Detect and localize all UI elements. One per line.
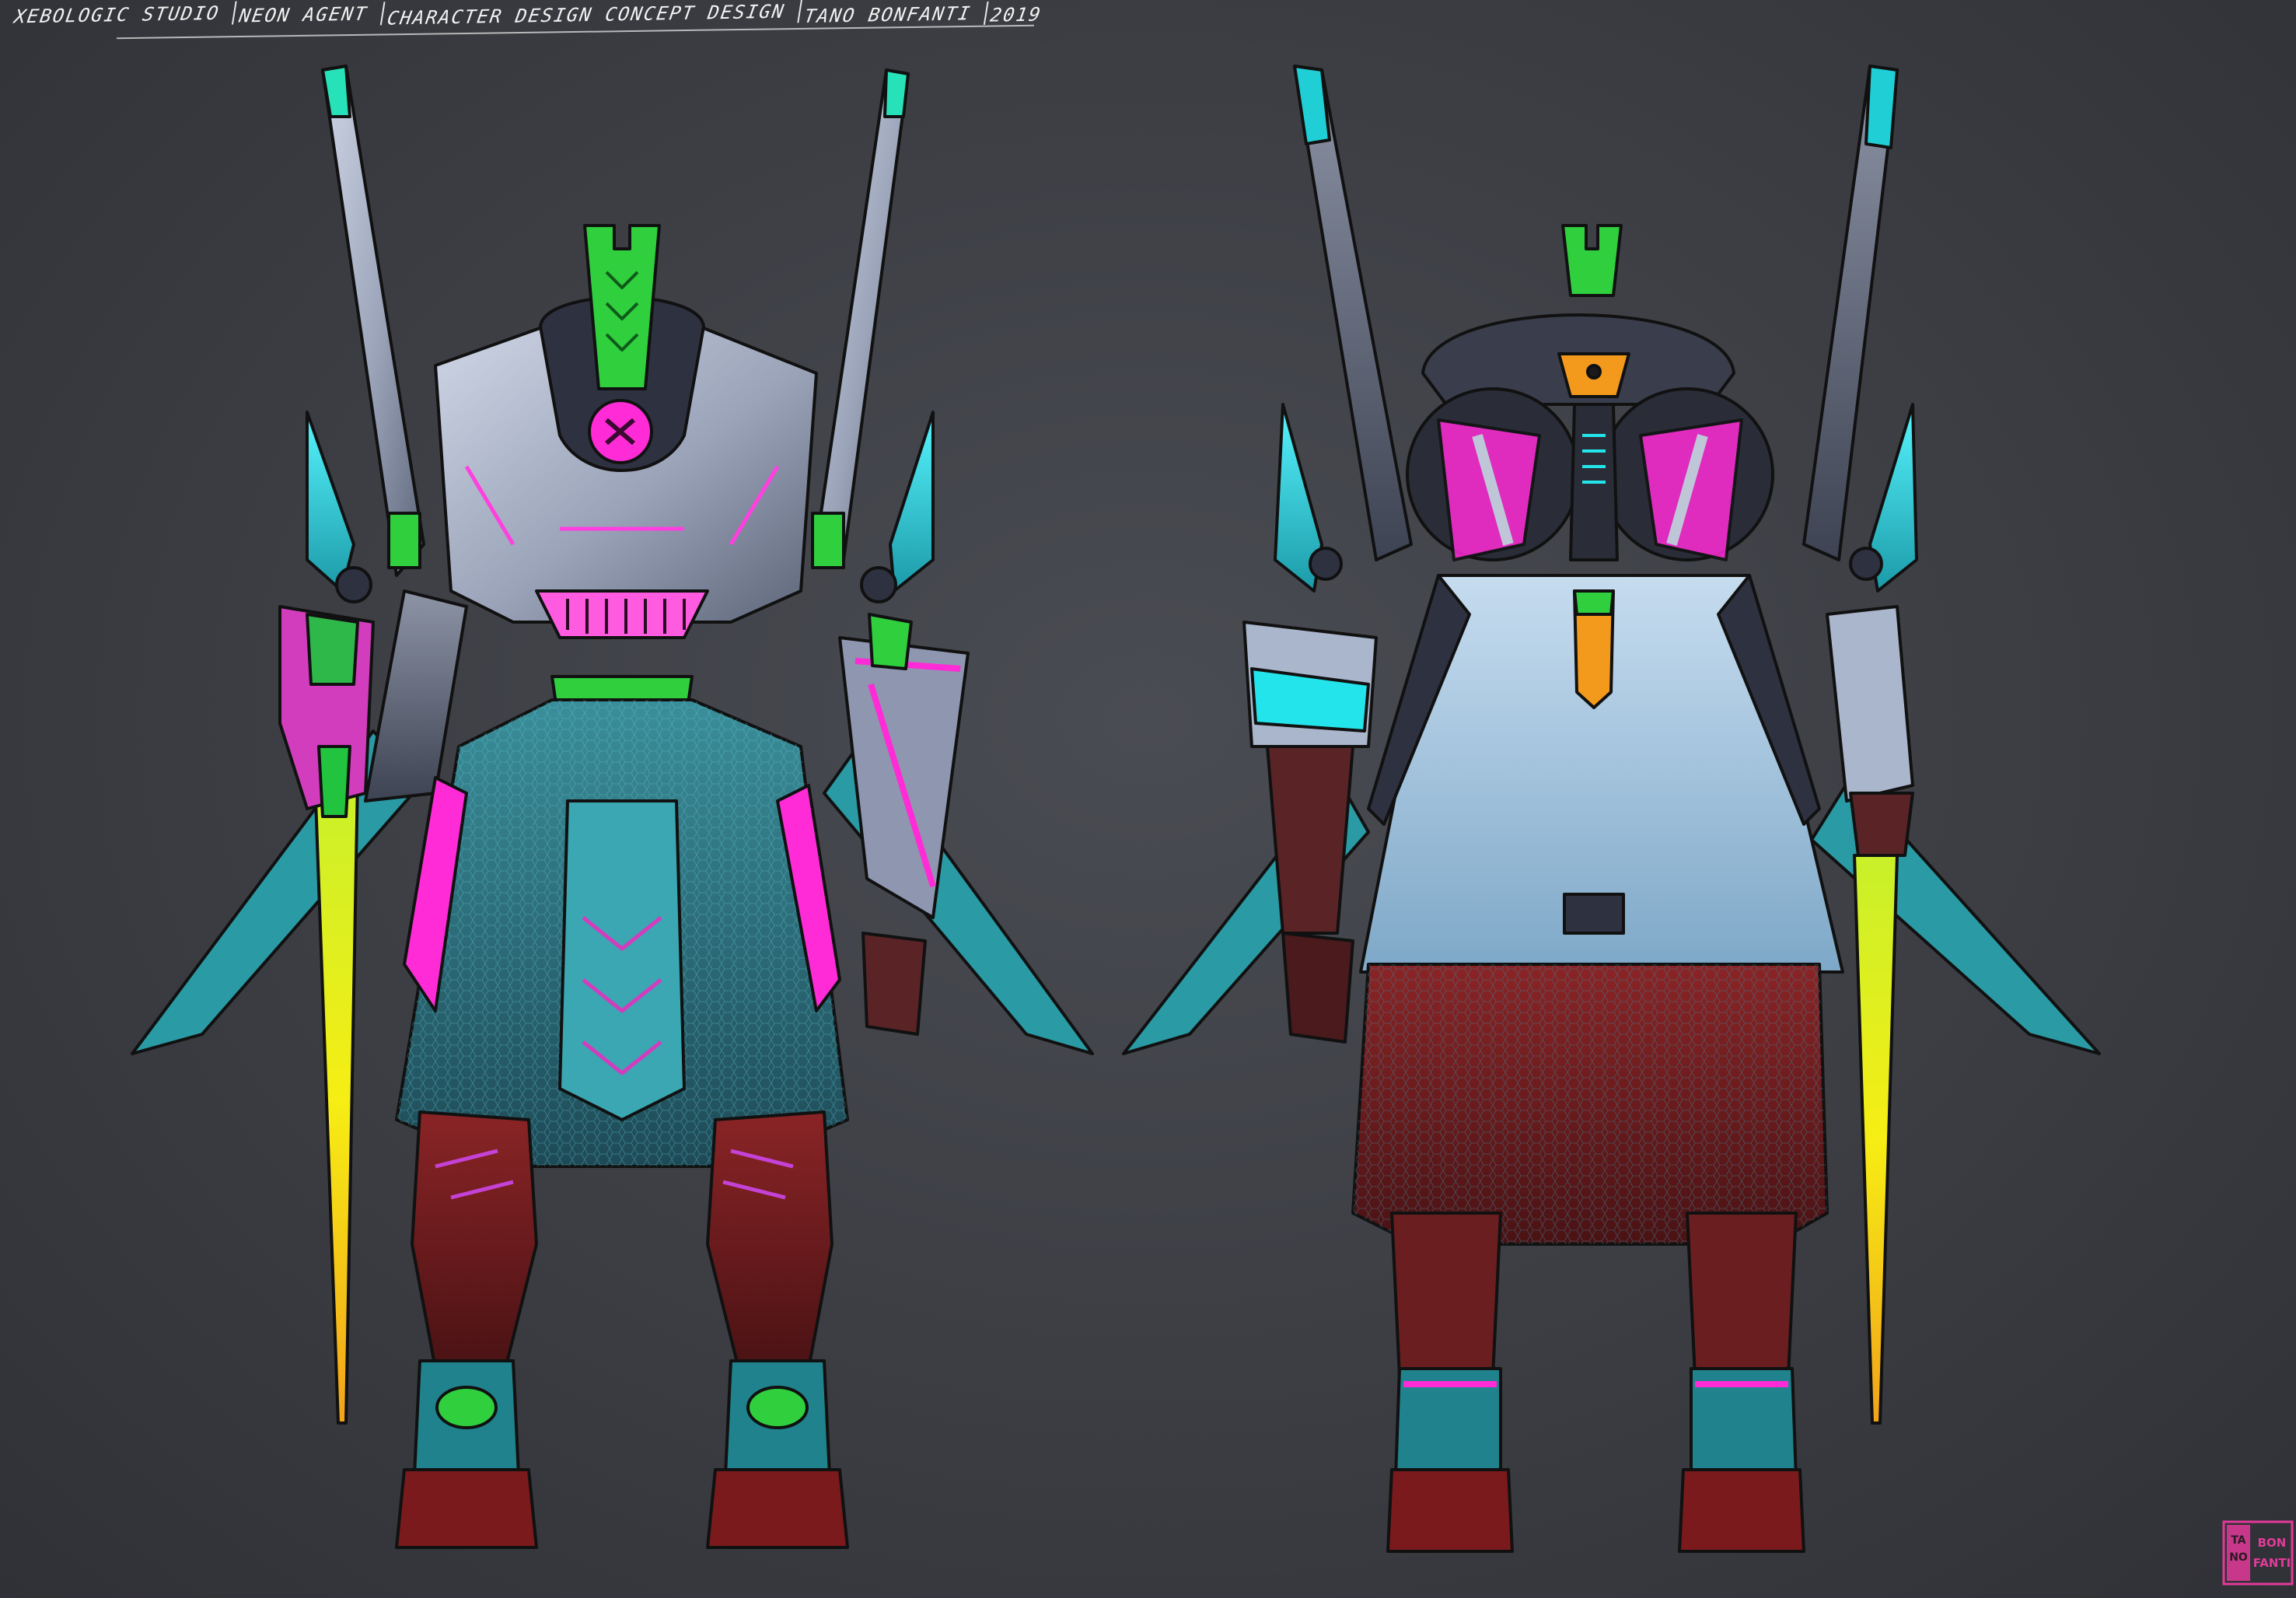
back-left-forearm [1266,745,1354,935]
front-right-leg [706,1110,833,1370]
front-right-rod-tip [883,68,910,118]
front-left-boot-green-gem [435,1386,498,1429]
front-right-joint [860,566,897,603]
back-green-crest [1561,224,1623,297]
back-left-leg [1390,1212,1502,1378]
character-artwork [131,65,2101,1553]
back-right-joint [1849,547,1883,581]
front-right-fist [861,932,927,1036]
back-left-joint [1309,547,1343,581]
svg-text:FANTI: FANTI [2253,1556,2291,1570]
front-yellow-sword [313,776,359,1425]
front-left-foot [395,1468,538,1549]
front-right-rod [815,68,910,561]
back-belt-buckle [1563,893,1625,935]
svg-text:TA: TA [2231,1534,2245,1547]
artist-signature-stamp: TA NO BON FANTI [2222,1520,2294,1586]
back-left-fist [1281,932,1354,1044]
front-sword-hilt [306,613,359,686]
front-left-green-cell [387,512,421,569]
front-right-cyan-blade [889,411,935,593]
front-right-green-cell [811,512,845,569]
back-left-foot [1386,1468,1514,1553]
back-yellow-sword [1853,854,1899,1425]
front-left-rod-tip [321,65,351,118]
front-mouth-grille [535,589,709,639]
svg-text:NO: NO [2229,1551,2248,1564]
front-right-boot-green-gem [746,1386,809,1429]
back-right-forearm [1849,792,1914,857]
front-right-foot [706,1468,849,1549]
front-left-joint [335,566,372,603]
robot-front-view-figure [131,65,1094,1549]
front-left-cyan-blade [306,411,355,593]
back-right-leg [1686,1212,1798,1378]
robot-back-view-figure [1122,65,2101,1553]
back-right-foot [1678,1468,1805,1553]
back-right-rod-tip [1864,65,1899,149]
front-sword-green-gem [317,745,351,818]
front-right-green-cell-lower [868,613,913,670]
svg-text:BON: BON [2258,1536,2287,1550]
back-right-gauntlet [1826,605,1914,802]
front-green-crest [583,224,661,390]
front-left-leg [411,1110,538,1370]
front-left-arm [364,589,468,802]
concept-art-sheet: XEBOLOGIC STUDIO NEON AGENT CHARACTER DE… [0,0,2296,1598]
